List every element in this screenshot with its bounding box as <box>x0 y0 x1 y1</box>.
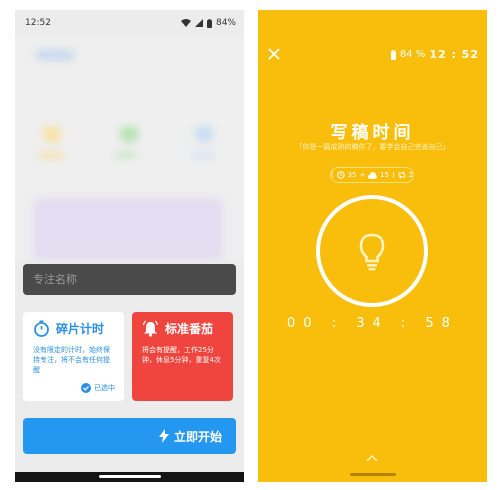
wifi-icon <box>180 19 191 27</box>
signal-icon <box>194 19 203 27</box>
close-icon[interactable] <box>268 48 280 60</box>
gesture-navigation-bar <box>15 472 244 482</box>
clock-time: 12 : 52 <box>429 48 479 61</box>
blurred-background <box>15 36 244 261</box>
work-minutes: 35 <box>347 171 357 179</box>
fragment-timer-card[interactable]: 碎片计时 没有限定的计时，始终保持专注，将不会有任何提醒 已选中 <box>23 312 124 401</box>
stopwatch-icon <box>34 320 49 337</box>
blurred-tile <box>120 126 138 142</box>
blurred-label <box>191 152 215 158</box>
lightbulb-icon <box>359 233 385 271</box>
check-circle-icon <box>81 383 91 393</box>
repeat-count: 2 <box>408 171 414 179</box>
chevron-up-icon[interactable] <box>366 454 378 462</box>
selected-badge: 已选中 <box>81 383 115 393</box>
blurred-tile <box>195 126 213 142</box>
status-display: 84 % 12 : 52 <box>390 48 479 61</box>
alarm-bell-icon <box>142 320 159 337</box>
battery-percent: 84% <box>215 18 236 28</box>
session-config-chip: ( 35 + 15 ) 2 <box>330 167 414 183</box>
cloud-icon <box>368 171 378 179</box>
task-title: 写稿时间 <box>330 123 415 143</box>
status-icons: 84% <box>180 18 236 28</box>
task-motto: 「你是一篇成熟的稿件了，要学会自己完善自己」 <box>295 143 450 151</box>
standard-tomato-card[interactable]: 标准番茄 将会有提醒，工作25分钟，休息5分钟，重复4次 <box>132 312 233 401</box>
status-bar: 12:52 84% <box>15 10 244 36</box>
countdown-timer: 00 : 34 : 58 <box>287 316 458 331</box>
standard-tomato-desc: 将会有提醒，工作25分钟，休息5分钟，重复4次 <box>142 346 221 364</box>
status-time: 12:52 <box>25 18 51 28</box>
blurred-tile <box>43 126 61 142</box>
right-phone-screen: 84 % 12 : 52 写稿时间 「你是一篇成熟的稿件了，要学会自己完善自己」… <box>258 10 487 482</box>
rest-minutes: 15 <box>380 171 390 179</box>
standard-tomato-title-row: 标准番茄 <box>142 320 223 337</box>
chip-close-paren: ) <box>392 171 395 179</box>
blurred-header <box>35 50 75 60</box>
standard-tomato-title: 标准番茄 <box>165 322 214 336</box>
home-indicator[interactable] <box>350 473 396 476</box>
timer-ring[interactable] <box>316 195 428 307</box>
battery-percent: 84 % <box>399 49 426 60</box>
clock-icon <box>336 171 345 179</box>
fragment-timer-desc: 没有限定的计时，始终保持专注，将不会有任何提醒 <box>33 346 110 374</box>
battery-icon <box>206 18 212 28</box>
lightning-icon <box>158 429 169 443</box>
repeat-icon <box>398 171 406 179</box>
start-now-button[interactable]: 立即开始 <box>23 418 236 454</box>
battery-icon <box>390 49 396 60</box>
chip-plus: + <box>359 171 366 179</box>
home-indicator[interactable] <box>98 475 161 478</box>
start-now-label: 立即开始 <box>173 429 222 444</box>
blurred-label <box>39 152 63 158</box>
selected-label: 已选中 <box>94 384 115 392</box>
blurred-label <box>115 152 137 158</box>
chip-open-paren: ( <box>331 171 334 179</box>
blurred-card <box>33 198 223 260</box>
fragment-timer-title: 碎片计时 <box>56 322 105 336</box>
left-phone-screen: 12:52 84% 专注名称 碎片计时 没有限定的计时，始终保持专注，将不会有任… <box>15 10 244 482</box>
fragment-timer-title-row: 碎片计时 <box>33 320 114 337</box>
focus-name-input[interactable]: 专注名称 <box>23 264 236 295</box>
